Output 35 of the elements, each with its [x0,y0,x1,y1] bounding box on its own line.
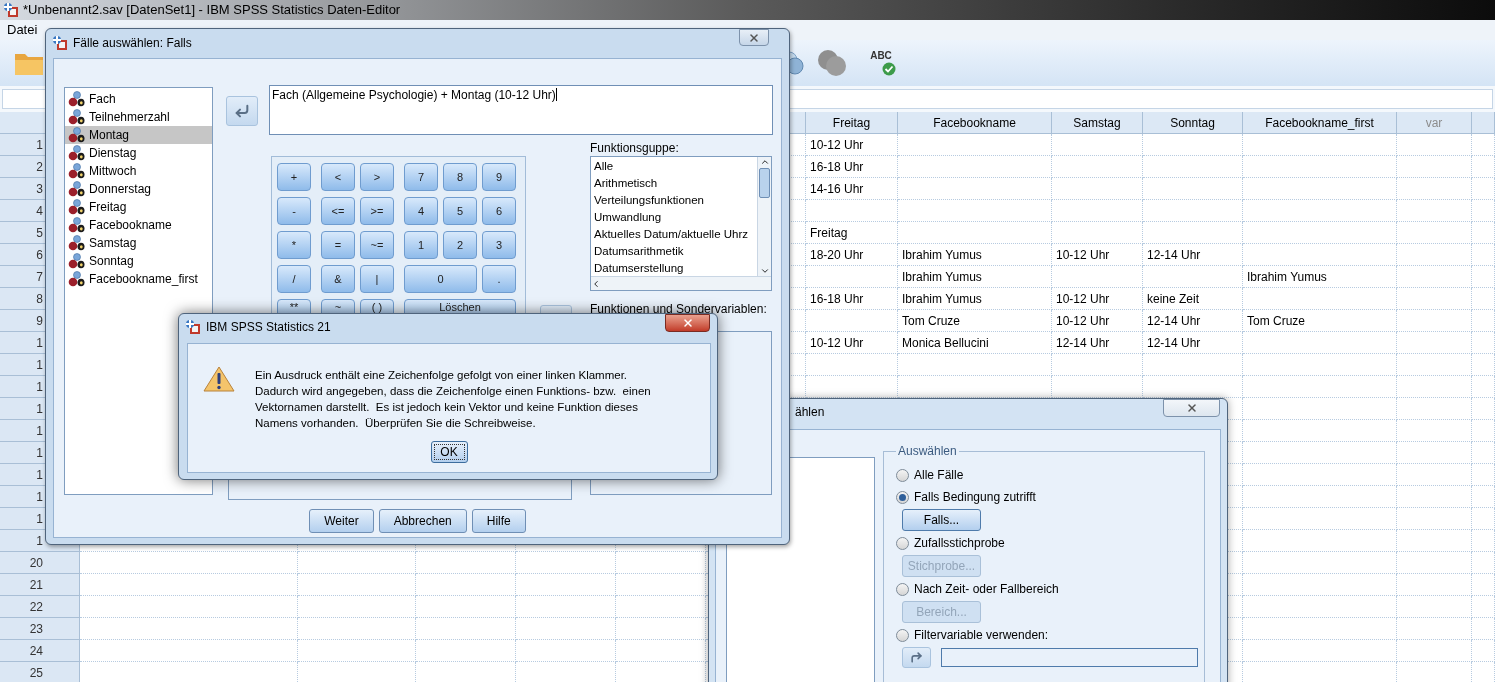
table-cell: 12-14 Uhr [1143,244,1243,266]
table-cell: 16-18 Uhr [806,288,898,310]
table-cell: 10-12 Uhr [806,134,898,156]
radio-label: Alle Fälle [914,467,964,484]
table-cell: Ibrahim Yumus [898,244,1052,266]
dialog-title: Fälle auswählen: Falls [73,34,192,52]
dialog-title: IBM SPSS Statistics 21 [206,318,331,336]
functions-label: Funktionen und Sondervariablen: [590,302,768,316]
table-cell: 16-18 Uhr [806,156,898,178]
table-cell: Ibrahim Yumus [898,288,1052,310]
table-cell: 12-14 Uhr [1143,310,1243,332]
table-cell: Monica Bellucini [898,332,1052,354]
table-cell: 18-20 Uhr [806,244,898,266]
table-cell: 14-16 Uhr [806,178,898,200]
table-cell: Tom Cruze [1243,310,1397,332]
window-title: *Unbenannt2.sav [DatenSet1] - IBM SPSS Statistics Daten-Editor [23,1,401,20]
table-cell: Tom Cruze [898,310,1052,332]
group-label: Auswählen [897,443,958,460]
table-cell: Ibrahim Yumus [1243,266,1397,288]
dialog-title: ählen [795,404,825,421]
table-cell: 10-12 Uhr [1052,288,1143,310]
table-cell: 10-12 Uhr [806,332,898,354]
table-cell: 12-14 Uhr [1143,332,1243,354]
radio-label: Falls Bedingung zutrifft [914,489,1036,506]
radio-label: Filtervariable verwenden: [914,627,1049,644]
table-cell: Ibrahim Yumus [898,266,1052,288]
table-cell: 10-12 Uhr [1052,244,1143,266]
message-text: Ein Ausdruck enthält eine Zeichenfolge gefolgt von einer linken Klammer. Dadurch wird angegeben, dass die Zeichenfolge einen Funktions- bzw. einen Vektornamen darstellt. Es ist jedoch kein Vektor und keine Funktion dieses Namens vorhanden. Überprüfen Sie die Schreibweise. [255,368,651,431]
table-cell: Freitag [806,222,898,244]
table-cell: 10-12 Uhr [1052,310,1143,332]
table-cell: 12-14 Uhr [1052,332,1143,354]
function-group-label: Funktionsguppe: [590,141,680,155]
table-cell: keine Zeit [1143,288,1243,310]
radio-label: Nach Zeit- oder Fallbereich [914,581,1059,598]
radio-label: Zufallsstichprobe [914,535,1005,552]
